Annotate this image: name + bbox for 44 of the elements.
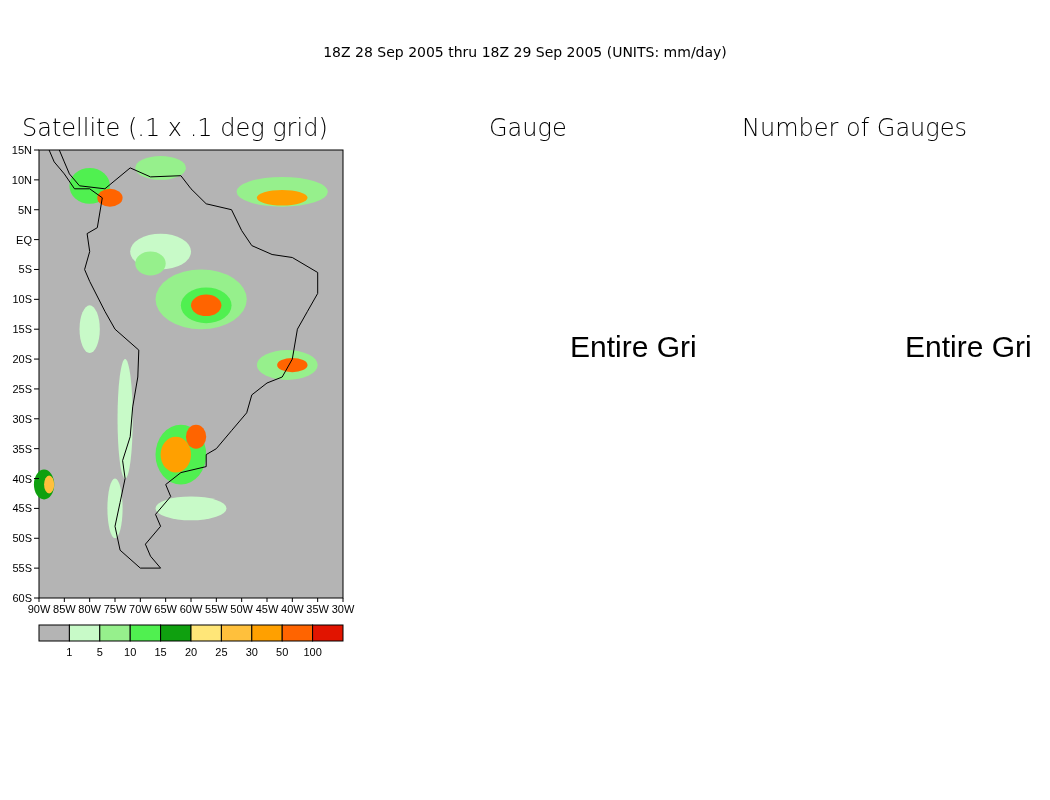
longitude-label: 75W: [103, 603, 127, 615]
panel-message: Entire Gri: [570, 330, 697, 364]
longitude-label: 35W: [306, 603, 329, 615]
latitude-label: 30S: [12, 412, 32, 425]
chart-title: 18Z 28 Sep 2005 thru 18Z 29 Sep 2005 (UNITS: mm/day): [322, 43, 728, 60]
panel-title: Satellite (.1 x .1 deg grid): [22, 114, 328, 142]
longitude-label: 90W: [27, 603, 51, 615]
latitude-label: 45S: [12, 502, 32, 515]
latitude-label: 5S: [18, 263, 32, 276]
longitude-label: 60W: [179, 603, 203, 615]
legend-label: 25: [215, 646, 228, 658]
panel-title: Gauge: [489, 114, 567, 142]
latitude-label: EQ: [16, 233, 32, 246]
latitude-label: 35S: [12, 442, 32, 455]
latitude-label: 40S: [12, 472, 32, 485]
latitude-label: 55S: [12, 562, 32, 575]
longitude-label: 70W: [129, 603, 152, 615]
latitude-label: 5N: [17, 203, 32, 216]
longitude-label: 80W: [78, 603, 101, 615]
longitude-label: 45W: [255, 603, 279, 615]
legend-label: 20: [184, 646, 198, 658]
latitude-label: 50S: [12, 532, 32, 545]
latitude-label: 15N: [11, 144, 32, 156]
legend-label: 15: [154, 646, 167, 658]
latitude-label: 25S: [12, 382, 32, 395]
latitude-label: 60S: [12, 592, 32, 604]
panel-message: Entire Gri: [905, 330, 1032, 364]
legend-label: 10: [124, 646, 137, 658]
longitude-label: 85W: [53, 603, 76, 615]
legend-label: 50: [276, 646, 289, 658]
legend-label: 5: [96, 646, 103, 658]
legend-label: 1: [66, 646, 73, 658]
latitude-label: 10N: [11, 173, 32, 186]
legend-label: 100: [303, 646, 322, 658]
legend-label: 30: [245, 646, 258, 658]
longitude-label: 65W: [154, 603, 177, 615]
latitude-label: 20S: [12, 353, 32, 366]
panel-title: Number of Gauges: [742, 114, 967, 142]
longitude-label: 55W: [205, 603, 228, 615]
longitude-label: 40W: [281, 603, 304, 615]
longitude-label: 30W: [331, 603, 355, 615]
longitude-label: 50W: [230, 603, 253, 615]
latitude-label: 15S: [12, 323, 32, 336]
latitude-label: 10S: [12, 293, 32, 306]
